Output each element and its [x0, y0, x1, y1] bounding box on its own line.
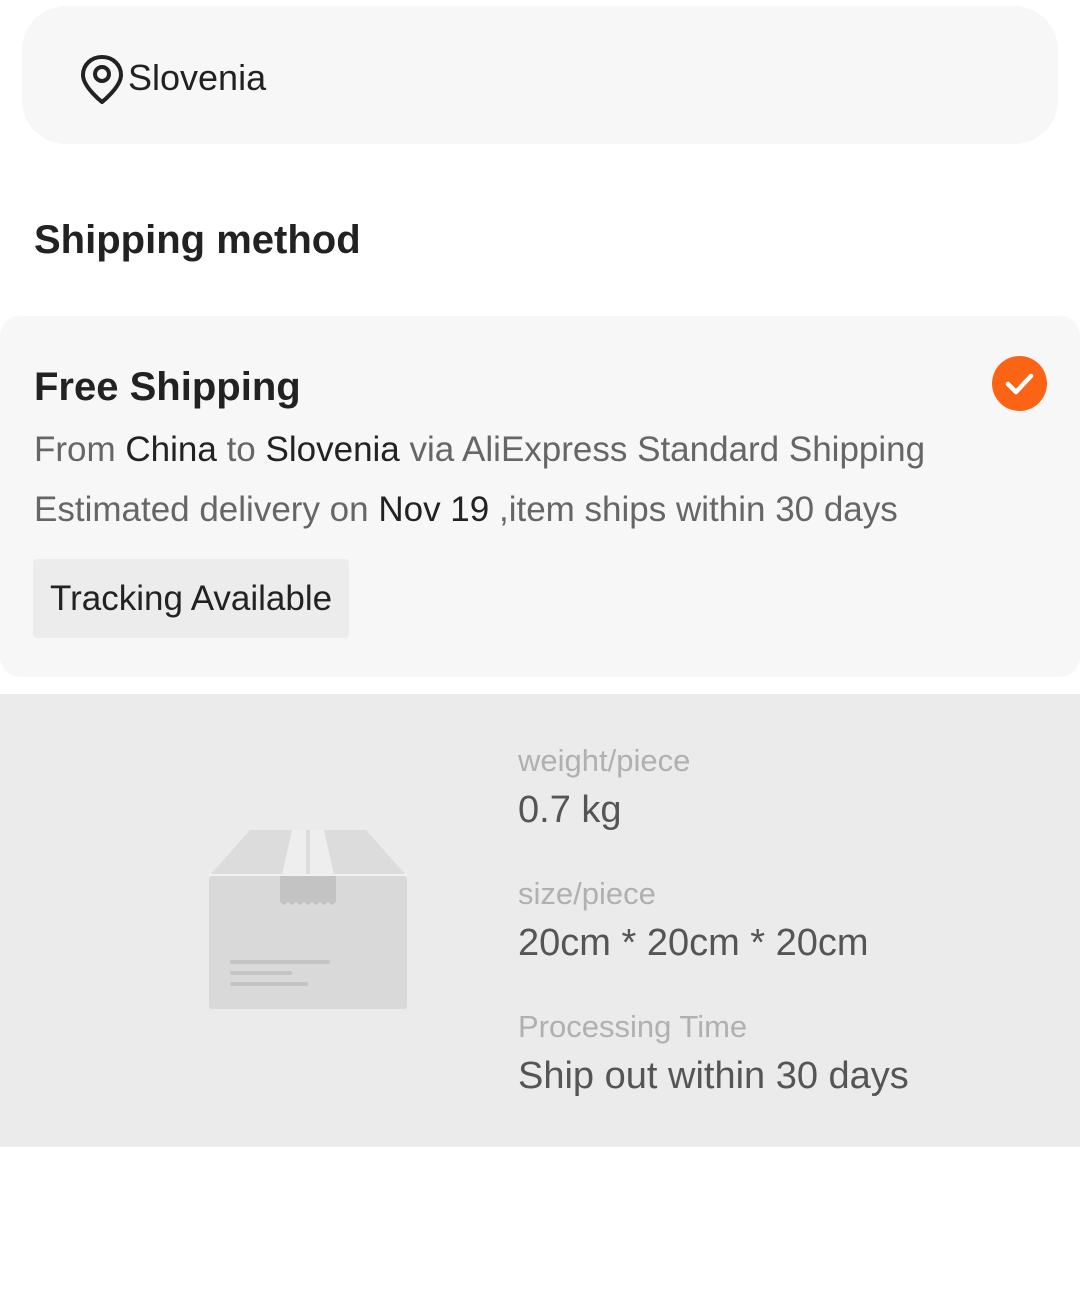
selected-check-icon[interactable] [992, 356, 1047, 411]
spec-processing-time: Processing Time Ship out within 30 days [518, 1008, 909, 1100]
tracking-badge: Tracking Available [33, 559, 350, 638]
spec-size: size/piece 20cm * 20cm * 20cm [518, 875, 869, 967]
spec-label: weight/piece [518, 743, 691, 778]
estimated-delivery: Estimated delivery on Nov 19 ,item ships… [34, 490, 898, 529]
route-origin: China [125, 430, 217, 469]
shipping-option-card[interactable]: Free Shipping From China to Slovenia via… [0, 316, 1080, 677]
section-title: Shipping method [34, 218, 361, 262]
location-pin-icon [81, 55, 123, 104]
location-selector[interactable]: Slovenia [22, 6, 1058, 144]
spec-value: 20cm * 20cm * 20cm [518, 922, 869, 964]
spec-value: Ship out within 30 days [518, 1055, 909, 1097]
package-info-panel: weight/piece 0.7 kg size/piece 20cm * 20… [0, 694, 1080, 1147]
delivery-date: Nov 19 [378, 490, 490, 529]
spec-label: size/piece [518, 876, 656, 911]
route-destination: Slovenia [265, 430, 400, 469]
shipping-method-name: Free Shipping [34, 365, 301, 409]
shipping-route: From China to Slovenia via AliExpress St… [34, 430, 926, 469]
spec-label: Processing Time [518, 1009, 748, 1044]
location-country: Slovenia [128, 57, 267, 98]
package-box-icon [209, 830, 407, 1009]
spec-value: 0.7 kg [518, 789, 622, 831]
spec-weight: weight/piece 0.7 kg [518, 742, 690, 834]
